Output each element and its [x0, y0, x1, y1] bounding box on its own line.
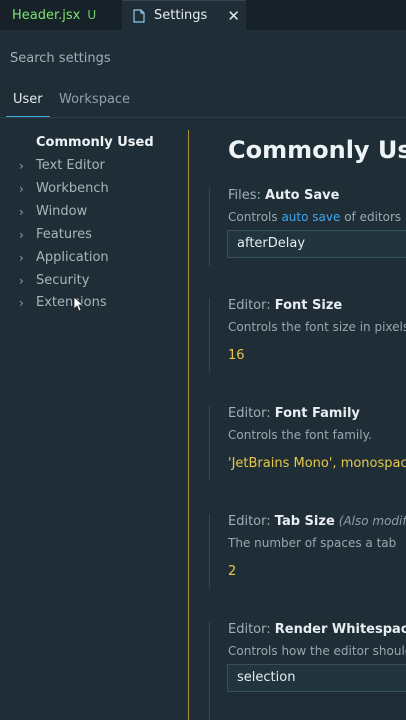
setting-name: Render Whitespace — [274, 622, 406, 637]
desc-text: Controls — [228, 210, 282, 224]
tab-settings-label: Settings — [154, 8, 208, 23]
settings-list: Commonly Used Files: Auto Save Controls … — [190, 118, 406, 720]
tab-header-jsx[interactable]: Header.jsx U — [0, 0, 122, 30]
sash-divider[interactable] — [188, 130, 189, 720]
settings-scope-tabs: User Workspace — [0, 86, 406, 118]
setting-indicator-bar — [209, 298, 210, 372]
tree-item-label: Window — [36, 204, 88, 219]
also-modified-note: (Also modified — [338, 514, 406, 528]
desc-text: of editors — [340, 210, 402, 224]
tree-item-window[interactable]: › Window — [0, 201, 186, 223]
mouse-pointer-icon — [73, 296, 85, 312]
chevron-right-icon: › — [19, 182, 24, 196]
search-settings-input[interactable]: Search settings — [10, 48, 406, 70]
tree-item-features[interactable]: › Features — [0, 224, 186, 246]
setting-title: Editor: Font Size — [228, 298, 342, 313]
tree-item-label: Commonly Used — [36, 135, 154, 150]
tab-settings[interactable]: Settings ✕ — [122, 0, 246, 30]
setting-title: Files: Auto Save — [228, 188, 339, 203]
setting-indicator-bar — [209, 406, 210, 480]
setting-title: Editor: Tab Size(Also modified — [228, 514, 406, 529]
modified-badge: U — [87, 8, 97, 22]
chevron-right-icon: › — [19, 251, 24, 265]
font-family-input[interactable]: 'JetBrains Mono', monospace — [228, 456, 406, 471]
editor-tab-bar: Header.jsx U Settings ✕ — [0, 0, 406, 30]
chevron-right-icon: › — [19, 205, 24, 219]
tree-item-label: Application — [36, 250, 109, 265]
tree-item-application[interactable]: › Application — [0, 247, 186, 269]
tab-bar-empty-area — [246, 0, 406, 30]
setting-description: Controls the font family. — [228, 428, 372, 442]
active-scope-underline — [6, 116, 50, 117]
setting-category: Editor: — [228, 514, 275, 529]
setting-name: Tab Size — [274, 514, 335, 529]
tree-item-security[interactable]: › Security — [0, 270, 186, 292]
tab-size-input[interactable]: 2 — [228, 564, 236, 579]
tree-item-label: Workbench — [36, 181, 109, 196]
setting-name: Font Size — [274, 298, 343, 313]
file-icon — [133, 8, 145, 23]
setting-description: Controls auto save of editors — [228, 210, 401, 224]
tree-item-label: Security — [36, 273, 90, 288]
setting-category: Files: — [228, 188, 266, 203]
chevron-right-icon: › — [19, 274, 24, 288]
auto-save-select[interactable]: afterDelay — [227, 230, 406, 258]
setting-category: Editor: — [228, 298, 275, 313]
setting-description: Controls how the editor should — [228, 644, 406, 658]
setting-category: Editor: — [228, 622, 275, 637]
settings-editor-window: Header.jsx U Settings ✕ Search settings … — [0, 0, 406, 720]
setting-name: Font Family — [274, 406, 360, 421]
tree-item-commonly-used[interactable]: Commonly Used — [0, 132, 186, 154]
scope-tab-user[interactable]: User — [13, 92, 43, 107]
page-title: Commonly Used — [228, 136, 406, 164]
setting-indicator-bar — [209, 622, 210, 720]
tree-item-extensions[interactable]: › Extensions — [0, 292, 186, 314]
setting-indicator-bar — [209, 188, 210, 266]
setting-title: Editor: Font Family — [228, 406, 360, 421]
scope-tab-workspace[interactable]: Workspace — [59, 92, 130, 107]
render-whitespace-select[interactable]: selection — [227, 664, 406, 692]
tree-item-label: Extensions — [36, 295, 107, 310]
auto-save-link[interactable]: auto save — [281, 210, 340, 224]
font-size-input[interactable]: 16 — [228, 348, 245, 363]
setting-category: Editor: — [228, 406, 275, 421]
chevron-right-icon: › — [19, 296, 24, 310]
tree-item-label: Features — [36, 227, 92, 242]
chevron-right-icon: › — [19, 228, 24, 242]
tree-item-text-editor[interactable]: › Text Editor — [0, 155, 186, 177]
tree-item-workbench[interactable]: › Workbench — [0, 178, 186, 200]
setting-indicator-bar — [209, 514, 210, 588]
tree-item-label: Text Editor — [36, 158, 105, 173]
setting-description: The number of spaces a tab — [228, 536, 397, 550]
close-icon[interactable]: ✕ — [227, 7, 240, 25]
tab-header-label: Header.jsx — [12, 7, 81, 23]
setting-title: Editor: Render Whitespace — [228, 622, 406, 637]
setting-description: Controls the font size in pixels — [228, 320, 406, 334]
chevron-right-icon: › — [19, 159, 24, 173]
setting-name: Auto Save — [265, 188, 340, 203]
